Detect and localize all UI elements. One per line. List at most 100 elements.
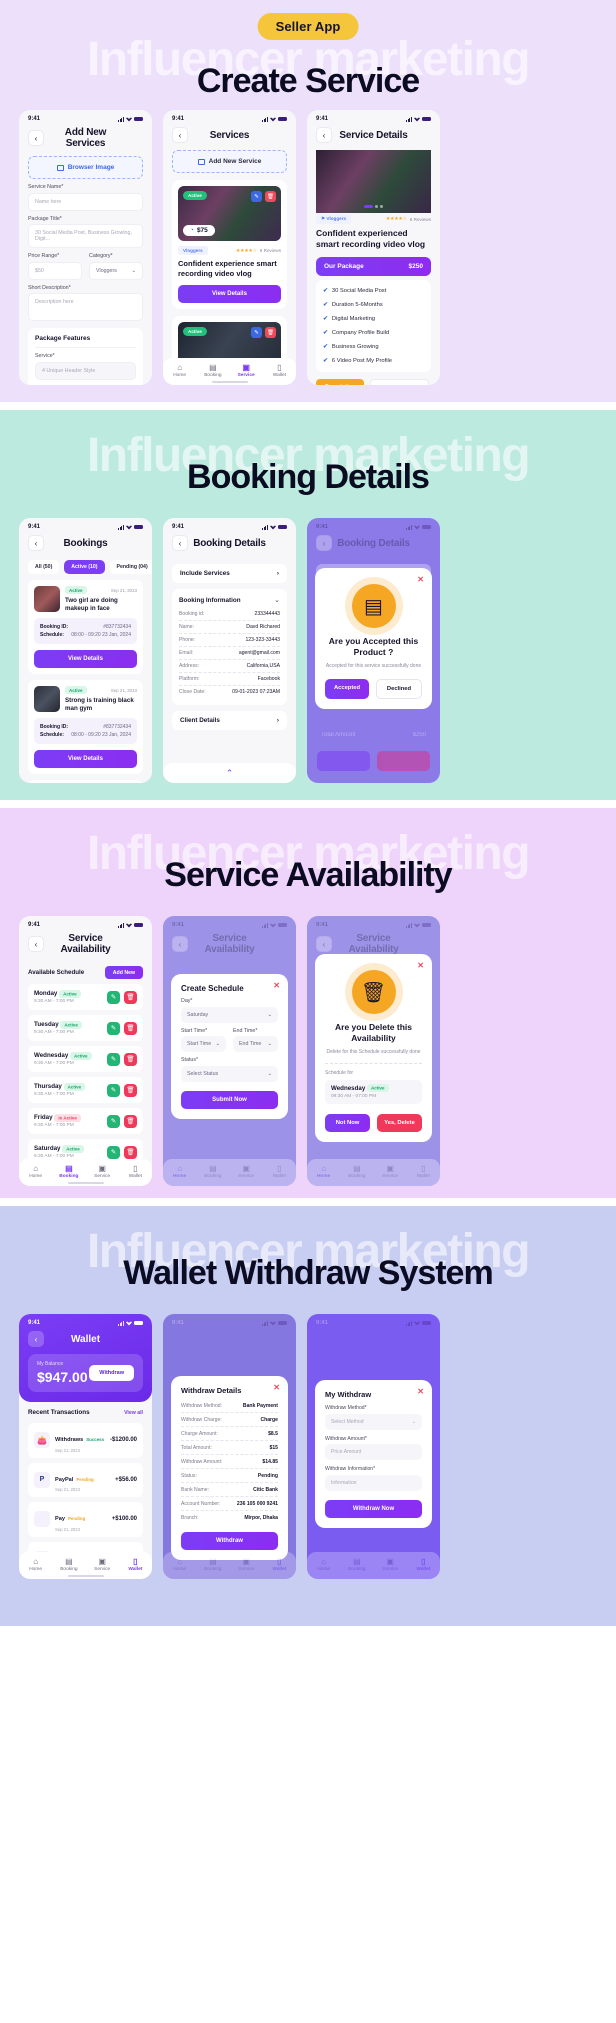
withdraw-now-button[interactable]: Withdraw Now [325,1499,422,1518]
price-range-input[interactable]: $50 [28,261,82,280]
back-icon[interactable]: ‹ [316,127,332,143]
nav-booking[interactable]: ▤ Booking [340,1557,373,1573]
delete-icon[interactable]: 🗑 [124,1052,137,1066]
nav-home[interactable]: ⌂ Home [163,363,196,379]
edit-icon[interactable]: ✎ [107,1145,120,1159]
end-time-select[interactable]: End Time ⌄ [233,1036,278,1052]
nav-service[interactable]: ▣ Service [86,1164,119,1180]
amount-input[interactable]: Price Amount [325,1444,422,1460]
close-icon[interactable]: ✕ [417,575,424,584]
service-name-input[interactable]: Name here [28,192,143,211]
nav-service[interactable]: ▣ Service [374,1164,407,1180]
method-select[interactable]: Select Method ⌄ [325,1413,422,1430]
back-icon[interactable]: ‹ [316,936,332,952]
close-icon[interactable]: ✕ [417,1387,424,1396]
start-time-select[interactable]: Start Time ⌄ [181,1036,226,1052]
day-select[interactable]: Saturday ⌄ [181,1006,278,1023]
edit-icon[interactable]: ✎ [107,1021,120,1035]
delete-icon[interactable]: 🗑 [124,1114,137,1128]
edit-icon[interactable]: ✎ [107,1083,120,1097]
nav-home[interactable]: ⌂ Home [19,1557,52,1573]
edit-icon[interactable]: ✎ [107,1052,120,1066]
service-card[interactable]: Active ✎ 🗑 ◔ $75 Vloggers ★★★★☆ 6 Review… [172,180,287,310]
back-icon[interactable]: ‹ [28,936,44,952]
edit-icon[interactable]: ✎ [107,1114,120,1128]
back-icon[interactable]: ‹ [28,1331,44,1347]
delete-icon[interactable]: 🗑 [124,1083,137,1097]
nav-home[interactable]: ⌂ Home [163,1164,196,1180]
view-details-button[interactable]: View Details [34,750,137,769]
nav-booking[interactable]: ▤ Booking [196,1164,229,1180]
nav-service[interactable]: ▣ Service [230,1557,263,1573]
info-input[interactable]: Information [325,1474,422,1491]
edit-icon[interactable]: ✎ [107,990,120,1004]
back-icon[interactable]: ‹ [172,936,188,952]
back-icon[interactable]: ‹ [28,535,44,551]
transaction-row[interactable]: 👛 Withdraws Success Sep 21, 2023 -$1200.00 [28,1423,143,1458]
tab-time-schedule[interactable]: Time Schedule [370,378,429,385]
close-icon[interactable]: ✕ [273,1383,280,1392]
chip-active[interactable]: Active (10) [64,560,105,574]
nav-service[interactable]: ▣ Service [230,1164,263,1180]
back-icon[interactable]: ‹ [28,130,44,146]
submit-button[interactable]: Submit Now [181,1090,278,1109]
nav-service[interactable]: ▣ Service [230,363,263,379]
edit-icon[interactable]: ✎ [251,191,262,202]
feature-service-input[interactable]: 4 Unique Header Style [35,361,136,380]
delete-icon[interactable]: 🗑 [265,191,276,202]
nav-booking[interactable]: ▤ Booking [52,1164,85,1180]
category-select[interactable]: Vloggers ⌄ [89,261,143,280]
booking-card[interactable]: Active Sep 21, 2023 Two girl are doing m… [28,580,143,675]
add-new-feature-button[interactable]: Add New [35,385,136,386]
sheet-collapse-handle[interactable]: ⌃ [163,763,296,783]
delete-icon[interactable]: 🗑 [124,1021,137,1035]
nav-wallet[interactable]: ▯ Wallet [119,1557,152,1573]
include-services-row[interactable]: Include Services › [172,564,287,583]
nav-wallet[interactable]: ▯ Wallet [407,1557,440,1573]
carousel-dots[interactable] [316,205,431,208]
nav-wallet[interactable]: ▯ Wallet [263,363,296,379]
accepted-button[interactable]: Accepted [325,678,369,699]
add-new-service-button[interactable]: Add New Service [172,150,287,173]
client-details-row[interactable]: Client Details › [172,711,287,730]
nav-wallet[interactable]: ▯ Wallet [119,1164,152,1180]
nav-service[interactable]: ▣ Service [86,1557,119,1573]
nav-booking[interactable]: ▤ Booking [340,1164,373,1180]
back-icon[interactable]: ‹ [316,535,332,551]
booking-card[interactable]: Active Sep 21, 2023 Strong is training b… [28,680,143,775]
nav-booking[interactable]: ▤ Booking [196,1557,229,1573]
view-details-button[interactable]: View Details [34,650,137,669]
view-details-button[interactable]: View Details [178,285,281,304]
delete-icon[interactable]: 🗑 [265,327,276,339]
declined-button[interactable]: Declined [376,678,422,699]
nav-wallet[interactable]: ▯ Wallet [407,1164,440,1180]
close-icon[interactable]: ✕ [417,961,424,970]
nav-home[interactable]: ⌂ Home [307,1557,340,1573]
back-icon[interactable]: ‹ [172,127,188,143]
chip-all[interactable]: All (50) [28,560,60,574]
nav-home[interactable]: ⌂ Home [19,1164,52,1180]
short-description-input[interactable]: Description here [28,293,143,321]
tab-description[interactable]: Description [316,378,365,385]
transaction-row[interactable]: Pay Pending Sep 21, 2023 +$100.00 [28,1502,143,1537]
withdraw-button[interactable]: Withdraw [181,1532,278,1550]
edit-icon[interactable]: ✎ [251,327,262,339]
nav-booking[interactable]: ▤ Booking [52,1557,85,1573]
chevron-down-icon[interactable]: ⌄ [274,596,280,604]
booking-card[interactable]: Active Sep 21, 2023 Fashionable young ma… [28,780,143,783]
package-title-input[interactable]: 30 Social Media Post, Business Growing, … [28,224,143,248]
chip-pending[interactable]: Pending (04) [109,560,152,574]
status-select[interactable]: Select Status ⌄ [181,1065,278,1082]
nav-home[interactable]: ⌂ Home [307,1164,340,1180]
yes-delete-button[interactable]: Yes, Delete [377,1113,422,1132]
nav-service[interactable]: ▣ Service [374,1557,407,1573]
delete-icon[interactable]: 🗑 [124,990,137,1004]
back-icon[interactable]: ‹ [172,535,188,551]
transaction-row[interactable]: P PayPal Pending Sep 21, 2023 +$56.00 [28,1462,143,1497]
nav-home[interactable]: ⌂ Home [163,1557,196,1573]
nav-wallet[interactable]: ▯ Wallet [263,1164,296,1180]
withdraw-button[interactable]: Withdraw [89,1365,134,1381]
delete-icon[interactable]: 🗑 [124,1145,137,1159]
nav-wallet[interactable]: ▯ Wallet [263,1557,296,1573]
close-icon[interactable]: ✕ [273,981,280,990]
